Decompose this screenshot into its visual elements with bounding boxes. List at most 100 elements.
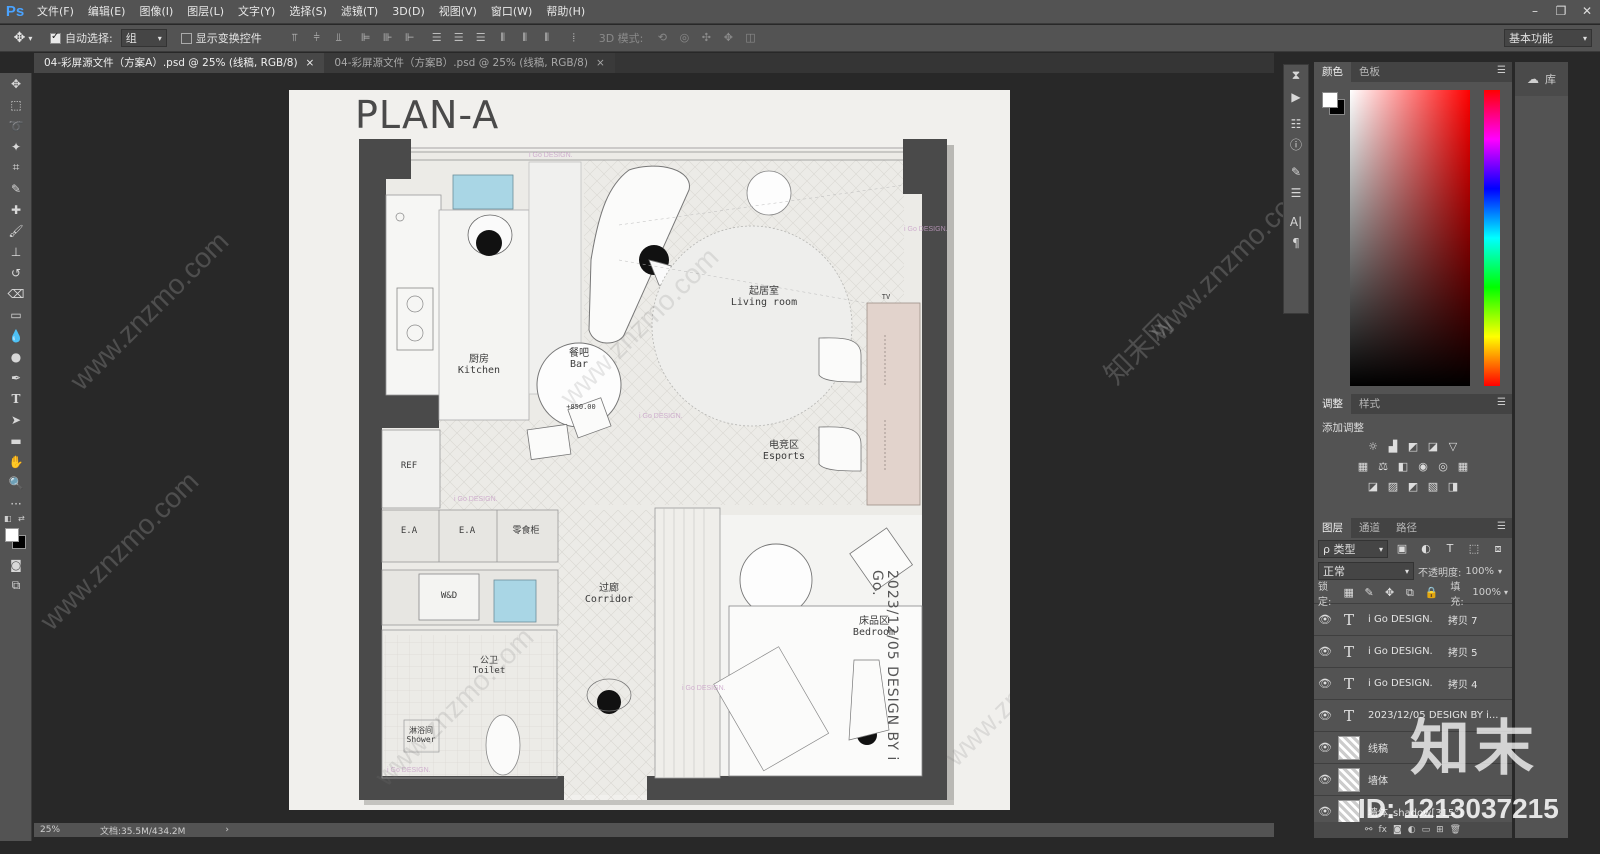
- tab-channels[interactable]: 通道: [1351, 518, 1388, 538]
- brush-tool-icon[interactable]: 🖌: [0, 220, 32, 241]
- gradient-map-icon[interactable]: ▧: [1426, 481, 1440, 493]
- close-icon[interactable]: ×: [596, 53, 605, 73]
- lock-position-icon[interactable]: ✥: [1384, 586, 1395, 599]
- quick-mask-icon[interactable]: ◙: [0, 554, 32, 575]
- layer-row[interactable]: 👁 T i Go DESIGN. 拷贝 4: [1314, 668, 1512, 700]
- color-balance-icon[interactable]: ⚖: [1376, 461, 1390, 473]
- status-menu-arrow[interactable]: ›: [225, 825, 229, 835]
- tab-adjustments[interactable]: 调整: [1314, 394, 1351, 414]
- new-layer-icon[interactable]: ⊞: [1436, 825, 1444, 835]
- menu-edit[interactable]: 编辑(E): [81, 0, 133, 24]
- tab-plan-a[interactable]: 04-彩屏源文件（方案A）.psd @ 25% (线稿, RGB/8) ×: [34, 53, 325, 73]
- auto-select-dropdown[interactable]: 组 ▾: [120, 29, 167, 47]
- chevron-down-icon[interactable]: ▾: [1504, 588, 1508, 597]
- stamp-tool-icon[interactable]: ⊥: [0, 241, 32, 262]
- selective-color-icon[interactable]: ◨: [1446, 481, 1460, 493]
- crop-tool-icon[interactable]: ⌗: [0, 157, 32, 178]
- hue-saturation-icon[interactable]: ▦: [1356, 461, 1370, 473]
- auto-select-option[interactable]: 自动选择:: [46, 25, 117, 52]
- channel-mixer-icon[interactable]: ◎: [1436, 461, 1450, 473]
- restore-button[interactable]: ❐: [1548, 0, 1574, 24]
- filter-adjust-icon[interactable]: ◐: [1419, 543, 1433, 555]
- menu-3d[interactable]: 3D(D): [385, 0, 432, 24]
- panel-menu-icon[interactable]: ☰: [1497, 521, 1506, 532]
- properties-icon[interactable]: ☷: [1284, 113, 1308, 134]
- move-tool-preset[interactable]: ✥ ▾: [0, 25, 46, 52]
- menu-image[interactable]: 图像(I): [132, 0, 180, 24]
- minimize-button[interactable]: –: [1522, 0, 1548, 24]
- link-layers-icon[interactable]: ⚯: [1365, 825, 1373, 835]
- tab-swatches[interactable]: 色板: [1351, 62, 1388, 82]
- filter-pixel-icon[interactable]: ▣: [1395, 543, 1409, 555]
- eraser-tool-icon[interactable]: ⌫: [0, 283, 32, 304]
- layer-row[interactable]: 👁 T i Go DESIGN. 拷贝 5: [1314, 636, 1512, 668]
- swap-colors-icon[interactable]: ⇄: [18, 514, 25, 523]
- tab-color[interactable]: 颜色: [1314, 62, 1351, 82]
- align-vcenter-icon[interactable]: ⫩: [309, 30, 325, 46]
- adjustment-layer-icon[interactable]: ◐: [1408, 825, 1416, 835]
- brightness-icon[interactable]: ☼: [1366, 441, 1380, 453]
- type-tool-icon[interactable]: T: [0, 388, 32, 409]
- adjust-sliders-icon[interactable]: ☰: [1284, 182, 1308, 203]
- exposure-icon[interactable]: ◪: [1426, 441, 1440, 453]
- gradient-tool-icon[interactable]: ▭: [0, 304, 32, 325]
- close-button[interactable]: ✕: [1574, 0, 1600, 24]
- color-field[interactable]: [1350, 90, 1470, 386]
- hue-slider[interactable]: [1484, 90, 1500, 386]
- invert-icon[interactable]: ◪: [1366, 481, 1380, 493]
- magic-wand-icon[interactable]: ✦: [0, 136, 32, 157]
- photo-filter-icon[interactable]: ◉: [1416, 461, 1430, 473]
- brush-settings-icon[interactable]: ✎: [1284, 161, 1308, 182]
- 3d-scale-icon[interactable]: ◫: [742, 30, 758, 46]
- dodge-tool-icon[interactable]: ●: [0, 346, 32, 367]
- layer-row[interactable]: 👁 T i Go DESIGN. 拷贝 7: [1314, 604, 1512, 636]
- lock-image-icon[interactable]: ✎: [1363, 586, 1374, 599]
- foreground-color[interactable]: [5, 528, 19, 542]
- info-icon[interactable]: ⓘ: [1284, 134, 1308, 155]
- distribute-hcenter-icon[interactable]: ⦀: [517, 30, 533, 46]
- filter-shape-icon[interactable]: ⬚: [1467, 543, 1481, 555]
- 3d-rotate-icon[interactable]: ⟲: [654, 30, 670, 46]
- distribute-vcenter-icon[interactable]: ☰: [451, 30, 467, 46]
- hand-tool-icon[interactable]: ✋: [0, 451, 32, 472]
- panel-menu-icon[interactable]: ☰: [1497, 397, 1506, 408]
- tab-plan-b[interactable]: 04-彩屏源文件（方案B）.psd @ 25% (线稿, RGB/8) ×: [324, 53, 615, 73]
- menu-window[interactable]: 窗口(W): [484, 0, 539, 24]
- screen-mode-icon[interactable]: ⧉: [0, 575, 32, 596]
- rectangle-tool-icon[interactable]: ▬: [0, 430, 32, 451]
- lock-transparent-icon[interactable]: ▦: [1343, 586, 1354, 599]
- document-canvas[interactable]: PLAN-A 2023/12/05 DESIGN BY i Go. 起居室 Liv…: [289, 90, 1010, 810]
- libraries-button[interactable]: ☁ 库: [1515, 62, 1568, 96]
- auto-select-checkbox[interactable]: [50, 31, 61, 44]
- distribute-right-icon[interactable]: ⦀: [539, 30, 555, 46]
- move-tool-icon[interactable]: ✥: [0, 73, 32, 94]
- align-left-icon[interactable]: ⊫: [358, 30, 374, 46]
- align-top-icon[interactable]: ⫪: [287, 30, 303, 46]
- eyedropper-icon[interactable]: ✎: [0, 178, 32, 199]
- filter-type-icon[interactable]: T: [1443, 543, 1457, 555]
- menu-file[interactable]: 文件(F): [30, 0, 81, 24]
- panel-menu-icon[interactable]: ☰: [1497, 65, 1506, 76]
- tab-layers[interactable]: 图层: [1314, 518, 1351, 538]
- visibility-eye-icon[interactable]: 👁: [1314, 709, 1336, 722]
- chevron-down-icon[interactable]: ▾: [1498, 567, 1502, 576]
- menu-filter[interactable]: 滤镜(T): [334, 0, 385, 24]
- fx-icon[interactable]: fx: [1378, 825, 1387, 835]
- close-icon[interactable]: ×: [306, 53, 315, 73]
- vibrance-icon[interactable]: ▽: [1446, 441, 1460, 453]
- canvas-area[interactable]: PLAN-A 2023/12/05 DESIGN BY i Go. 起居室 Liv…: [34, 74, 1314, 822]
- history-icon[interactable]: ⧗: [1284, 65, 1308, 86]
- visibility-eye-icon[interactable]: 👁: [1314, 677, 1336, 690]
- menu-select[interactable]: 选择(S): [282, 0, 334, 24]
- new-group-icon[interactable]: ▭: [1422, 825, 1431, 835]
- show-transform-option[interactable]: 显示变换控件: [177, 25, 266, 52]
- visibility-eye-icon[interactable]: 👁: [1314, 741, 1336, 754]
- threshold-icon[interactable]: ◩: [1406, 481, 1420, 493]
- lock-artboard-icon[interactable]: ⧉: [1404, 586, 1415, 599]
- pen-tool-icon[interactable]: ✒: [0, 367, 32, 388]
- opacity-value[interactable]: 100%: [1465, 566, 1494, 577]
- align-right-icon[interactable]: ⊩: [402, 30, 418, 46]
- visibility-eye-icon[interactable]: 👁: [1314, 613, 1336, 626]
- workspace-dropdown[interactable]: 基本功能 ▾: [1504, 29, 1592, 47]
- default-colors-icon[interactable]: ◧: [4, 514, 12, 523]
